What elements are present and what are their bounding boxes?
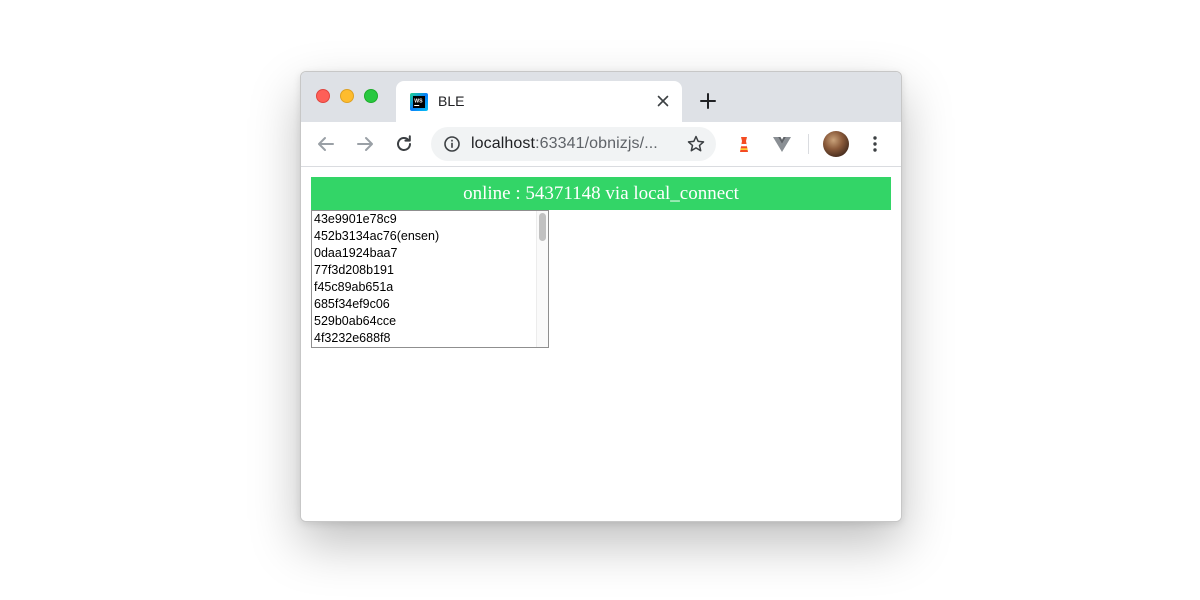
connection-status-text: online : 54371148 via local_connect [463,182,739,204]
page-viewport: online : 54371148 via local_connect 43e9… [301,167,901,521]
browser-window: WS BLE localhost:63341/obnizjs/... onlin… [300,71,902,522]
url-host: localhost [471,135,536,152]
browser-toolbar: localhost:63341/obnizjs/... [301,122,901,167]
svg-text:WS: WS [414,99,423,105]
bookmark-star-icon[interactable] [686,134,706,154]
list-item[interactable]: 452b3134ac76(ensen) [312,228,548,245]
scrollbar-thumb[interactable] [539,213,546,241]
listbox-scrollbar[interactable] [536,211,548,347]
more-vert-icon[interactable] [864,133,886,155]
list-item[interactable]: 685f34ef9c06 [312,296,548,313]
url-path: :63341/obnizjs/... [535,135,658,152]
reload-icon[interactable] [393,133,415,155]
extension-lighthouse-icon[interactable] [733,133,755,155]
toolbar-divider [808,134,809,154]
tab-ble[interactable]: WS BLE [396,81,682,122]
profile-avatar[interactable] [823,131,849,157]
extension-vue-devtools-icon[interactable] [771,133,793,155]
window-maximize-button[interactable] [364,89,378,103]
new-tab-plus-icon[interactable] [699,92,717,110]
list-item[interactable]: 4f3232e688f8 [312,330,548,347]
list-item[interactable]: 77f3d208b191 [312,262,548,279]
list-item[interactable]: 0daa1924baa7 [312,245,548,262]
tab-title: BLE [438,93,465,109]
forward-arrow-icon[interactable] [354,133,376,155]
list-item[interactable]: 529b0ab64cce [312,313,548,330]
webstorm-icon: WS [410,93,428,111]
device-list: 43e9901e78c9 452b3134ac76(ensen) 0daa192… [312,211,548,347]
tab-strip: WS BLE [301,72,901,122]
address-bar[interactable]: localhost:63341/obnizjs/... [431,127,716,161]
info-icon[interactable] [443,135,461,153]
list-item[interactable]: 43e9901e78c9 [312,211,548,228]
close-icon[interactable] [656,94,670,108]
window-minimize-button[interactable] [340,89,354,103]
connection-status-bar: online : 54371148 via local_connect [311,177,891,210]
list-item[interactable]: f45c89ab651a [312,279,548,296]
url-text[interactable]: localhost:63341/obnizjs/... [471,135,658,153]
device-listbox[interactable]: 43e9901e78c9 452b3134ac76(ensen) 0daa192… [311,210,549,348]
back-arrow-icon[interactable] [315,133,337,155]
window-close-button[interactable] [316,89,330,103]
